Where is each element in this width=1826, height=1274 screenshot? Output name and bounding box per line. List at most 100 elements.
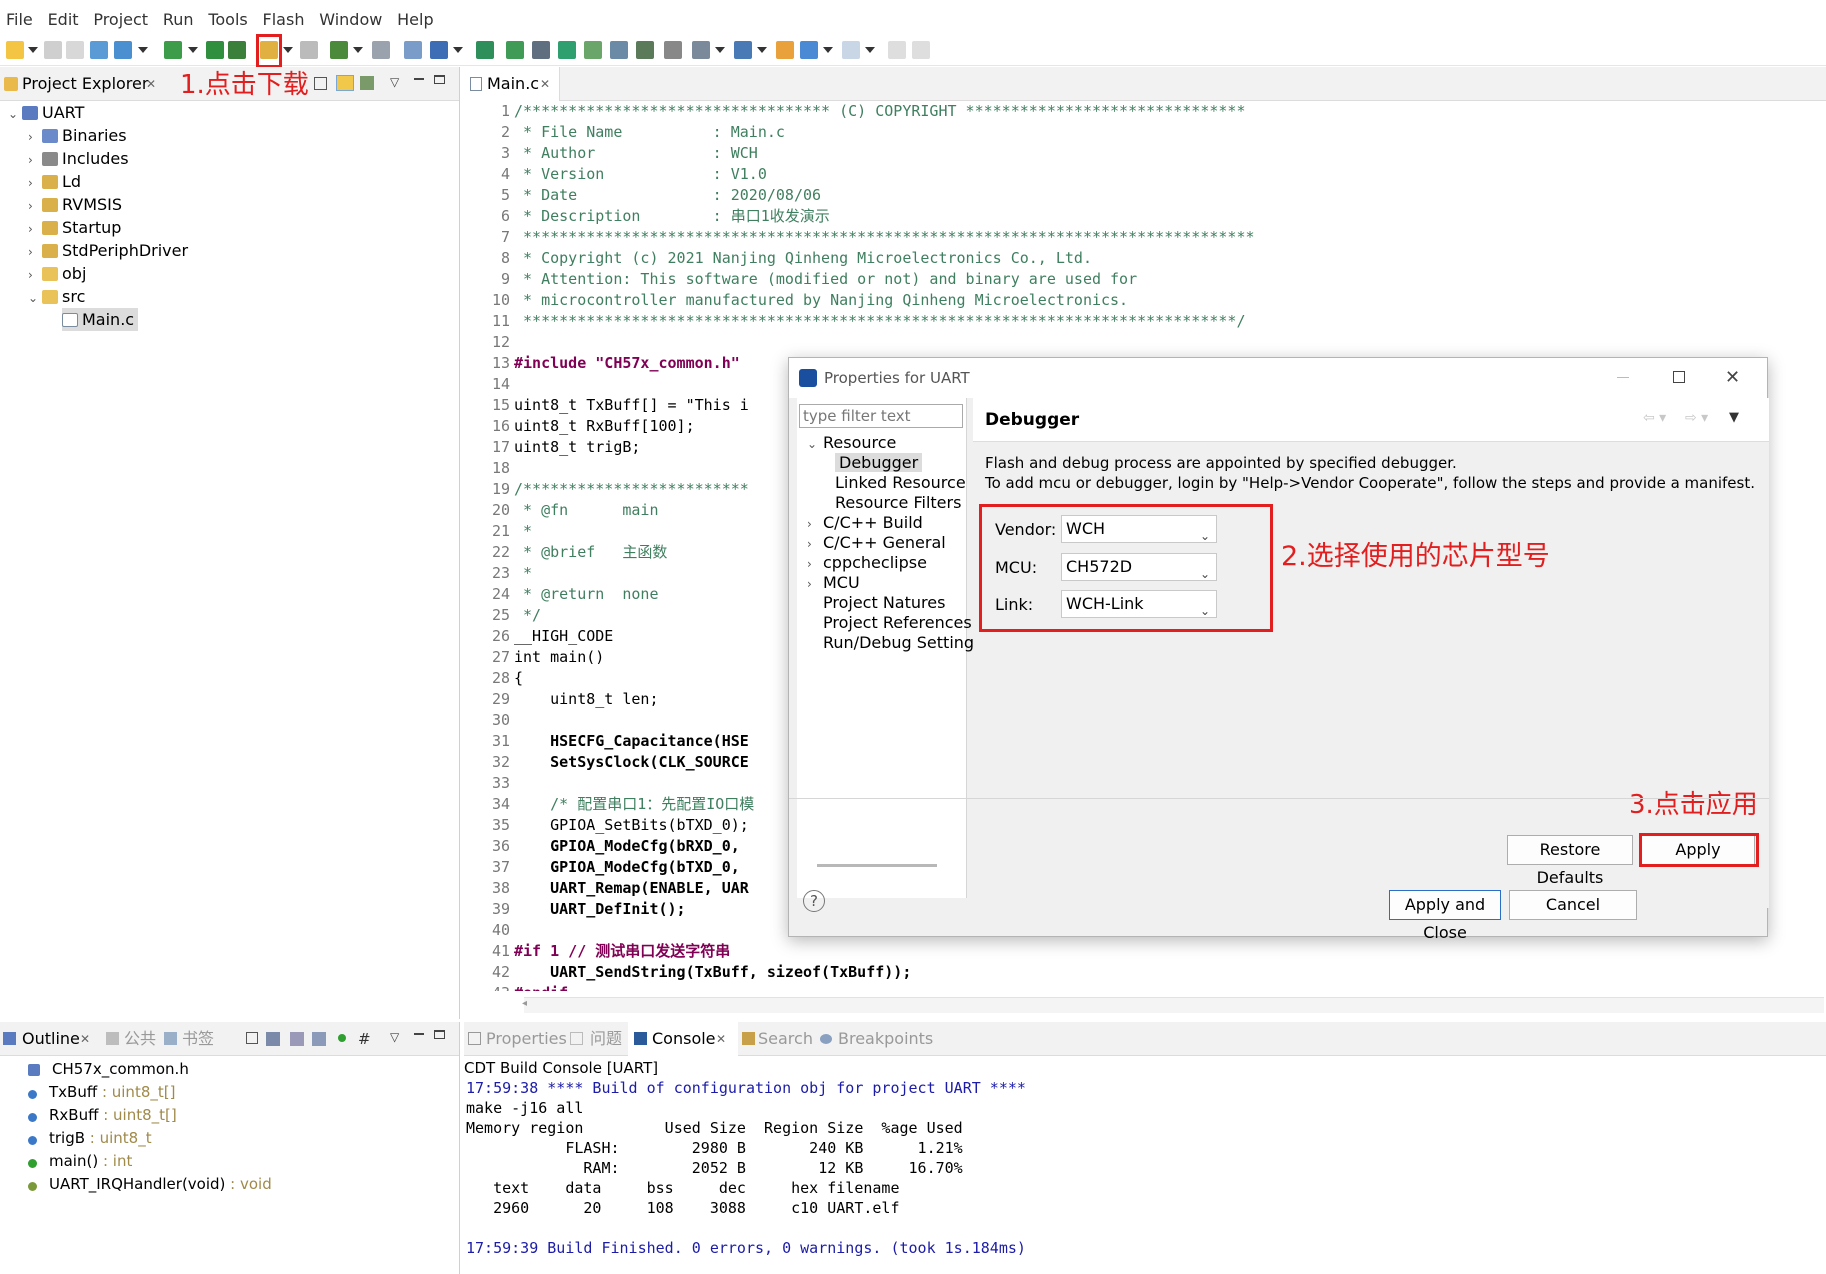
close-icon[interactable]: ✕ <box>540 67 550 101</box>
code-line[interactable]: 43#endif <box>464 983 568 991</box>
code-line[interactable]: 41 #if 1 // 测试串口发送字符串 <box>464 941 730 962</box>
code-line[interactable]: 33 <box>464 773 514 794</box>
code-line[interactable]: 39 UART_DefInit(); <box>464 899 686 920</box>
code-line[interactable]: 8 * Copyright (c) 2021 Nanjing Qinheng M… <box>464 248 1092 269</box>
view-menu-icon[interactable]: ▼ <box>1729 398 1739 438</box>
forward-icon[interactable] <box>842 41 860 59</box>
code-line[interactable]: 24 * @return none <box>464 584 659 605</box>
console-output[interactable]: 17:59:38 **** Build of configuration obj… <box>466 1078 1822 1268</box>
open-task-icon[interactable] <box>506 41 524 59</box>
pin-icon[interactable] <box>888 41 906 59</box>
chevron-down-icon[interactable] <box>757 47 767 53</box>
block-select-icon[interactable] <box>664 41 682 59</box>
close-icon[interactable]: ✕ <box>716 1022 726 1056</box>
code-line[interactable]: 23 * <box>464 563 532 584</box>
code-line[interactable]: 25 */ <box>464 605 541 626</box>
tab-search[interactable]: Search <box>758 1022 813 1056</box>
code-line[interactable]: 21 * <box>464 521 532 542</box>
back-icon[interactable]: ⇦ ▾ <box>1643 398 1666 438</box>
outline-item[interactable]: TxBuff : uint8_t[] <box>28 1081 175 1104</box>
outline-item[interactable]: CH57x_common.h <box>28 1058 189 1081</box>
tab-outline[interactable]: Outline <box>22 1022 80 1056</box>
step-over-icon[interactable] <box>610 41 628 59</box>
terminal-icon[interactable] <box>532 41 550 59</box>
hide-static-icon[interactable] <box>312 1032 326 1046</box>
code-line[interactable]: 2 * File Name : Main.c <box>464 122 785 143</box>
chevron-right-icon[interactable]: › <box>28 172 42 195</box>
code-line[interactable]: 27 int main() <box>464 647 604 668</box>
view-menu-icon[interactable]: ▽ <box>390 67 399 97</box>
search-icon[interactable] <box>430 41 448 59</box>
link-icon[interactable] <box>912 41 930 59</box>
debug-icon[interactable] <box>330 41 348 59</box>
tree-item-stdperiphdriver[interactable]: › StdPeriphDriver <box>28 239 188 262</box>
code-line[interactable]: 42 UART_SendString(TxBuff, sizeof(TxBuff… <box>464 962 911 983</box>
maximize-icon[interactable] <box>1673 371 1685 383</box>
horizontal-scrollbar[interactable] <box>817 864 937 867</box>
tree-item-main-c[interactable]: Main.c <box>62 308 139 331</box>
nav-item-debugger[interactable]: Debugger <box>835 452 923 474</box>
save-icon[interactable] <box>44 41 62 59</box>
code-line[interactable]: 4 * Version : V1.0 <box>464 164 767 185</box>
dialog-titlebar[interactable]: Properties for UART ✕ <box>789 358 1767 398</box>
code-line[interactable]: 3 * Author : WCH <box>464 143 758 164</box>
new-icon[interactable] <box>6 41 24 59</box>
forward-icon[interactable]: ⇨ ▾ <box>1685 398 1708 438</box>
outline-item[interactable]: trigB : uint8_t <box>28 1127 152 1150</box>
properties-icon[interactable] <box>90 41 108 59</box>
bug-icon[interactable] <box>372 41 390 59</box>
save-all-icon[interactable] <box>66 41 84 59</box>
hide-fields-icon[interactable] <box>290 1032 304 1046</box>
maximize-icon[interactable] <box>434 1030 445 1039</box>
code-line[interactable]: 31 HSECFG_Capacitance(HSE <box>464 731 749 752</box>
code-line[interactable]: 5 * Date : 2020/08/06 <box>464 185 821 206</box>
hide-macros-icon[interactable]: # <box>358 1022 371 1056</box>
tab-breakpoints[interactable]: Breakpoints <box>838 1022 933 1056</box>
chevron-down-icon[interactable] <box>715 47 725 53</box>
menu-project[interactable]: Project <box>93 6 148 34</box>
minimize-icon[interactable] <box>414 1033 424 1035</box>
tree-item-ld[interactable]: › Ld <box>28 170 81 193</box>
outline-item[interactable]: UART_IRQHandler(void) : void <box>28 1173 272 1196</box>
horizontal-scrollbar[interactable]: ◂ <box>522 997 1824 1013</box>
code-line[interactable]: 26 __HIGH_CODE <box>464 626 613 647</box>
menu-run[interactable]: Run <box>163 6 194 34</box>
code-line[interactable]: 18 <box>464 458 514 479</box>
outline-item[interactable]: main() : int <box>28 1150 132 1173</box>
back-icon[interactable] <box>800 41 818 59</box>
nav-item-run-debug-setting[interactable]: Run/Debug Setting <box>807 632 974 654</box>
nav-item-resource-filters[interactable]: Resource Filters <box>835 492 961 514</box>
close-icon[interactable]: ✕ <box>146 67 156 101</box>
code-line[interactable]: 12 <box>464 332 514 353</box>
tree-item-binaries[interactable]: › Binaries <box>28 124 127 147</box>
tree-root-uart[interactable]: ⌄ UART <box>8 101 84 124</box>
menu-window[interactable]: Window <box>319 6 382 34</box>
tree-item-obj[interactable]: › obj <box>28 262 86 285</box>
annotation-icon[interactable] <box>692 41 710 59</box>
back-history-icon[interactable] <box>776 41 794 59</box>
chevron-right-icon[interactable]: › <box>28 264 42 287</box>
layers-icon[interactable] <box>228 41 246 59</box>
open-type-icon[interactable] <box>476 41 494 59</box>
nav-item-linked-resource[interactable]: Linked Resource <box>835 472 966 494</box>
view-menu-icon[interactable]: ▽ <box>390 1022 399 1052</box>
chevron-right-icon[interactable]: › <box>28 195 42 218</box>
chevron-down-icon[interactable] <box>353 47 363 53</box>
step-into-icon[interactable] <box>584 41 602 59</box>
code-line[interactable]: 15 uint8_t TxBuff[] = "This i <box>464 395 749 416</box>
code-line[interactable]: 38 UART_Remap(ENABLE, UAR <box>464 878 749 899</box>
code-line[interactable]: 10 * microcontroller manufactured by Nan… <box>464 290 1128 311</box>
code-line[interactable]: 34 /* 配置串口1：先配置IO口模 <box>464 794 754 815</box>
code-line[interactable]: 17 uint8_t trigB; <box>464 437 641 458</box>
chevron-down-icon[interactable]: ⌄ <box>8 103 22 126</box>
minimize-icon[interactable] <box>414 78 424 80</box>
tree-item-startup[interactable]: › Startup <box>28 216 121 239</box>
nav-item-project-natures[interactable]: Project Natures <box>807 592 945 614</box>
code-line[interactable]: 35 GPIOA_SetBits(bTXD_0); <box>464 815 749 836</box>
collapse-all-icon[interactable] <box>246 1032 258 1044</box>
help-icon[interactable]: ? <box>803 890 825 912</box>
next-annotation-icon[interactable] <box>734 41 752 59</box>
chevron-down-icon[interactable] <box>138 47 148 53</box>
code-line[interactable]: 22 * @brief 主函数 <box>464 542 667 563</box>
code-line[interactable]: 36 GPIOA_ModeCfg(bRXD_0, <box>464 836 740 857</box>
